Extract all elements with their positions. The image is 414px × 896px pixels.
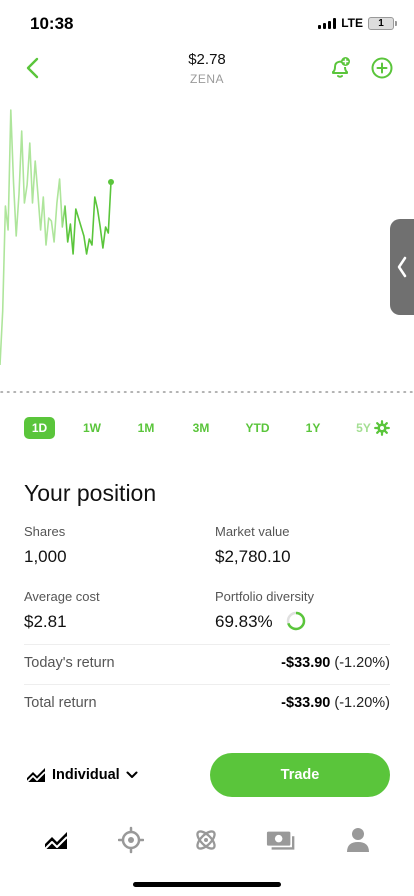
range-tab-5y[interactable]: 5Y (355, 417, 372, 439)
tab-browse[interactable] (191, 825, 221, 855)
tab-radar[interactable] (116, 825, 146, 855)
todays-return-value[interactable]: -$33.90 (-1.20%) (281, 655, 390, 671)
portfolio-diversity-value: 69.83% (215, 612, 273, 631)
todays-return-percent: (-1.20%) (334, 655, 390, 671)
range-tab-1m[interactable]: 1M (136, 417, 156, 439)
tab-cash[interactable] (266, 825, 296, 855)
divider (24, 684, 390, 685)
home-indicator (133, 882, 281, 887)
total-return-amount: -$33.90 (281, 695, 331, 711)
add-to-list-button[interactable] (370, 56, 394, 80)
chart-line-icon (44, 832, 68, 850)
battery-level: 1 (378, 17, 384, 29)
range-tab-3m[interactable]: 3M (190, 417, 212, 439)
signal-icon (318, 17, 337, 29)
radar-icon (118, 826, 144, 854)
status-indicators: LTE 1 (318, 16, 397, 30)
tab-home[interactable] (41, 825, 71, 855)
average-cost-value: $2.81 (24, 612, 67, 631)
gear-icon (374, 420, 390, 436)
diversity-ring-icon[interactable] (286, 611, 306, 631)
circle-plus-icon (371, 57, 393, 79)
total-return-percent: (-1.20%) (334, 695, 390, 711)
price-chart[interactable] (0, 92, 414, 392)
bottom-tab-bar (0, 815, 414, 865)
status-time: 10:38 (30, 14, 74, 33)
nav-header: $2.78 ZENA (0, 48, 414, 92)
average-cost-label: Average cost (24, 589, 100, 604)
cash-icon (266, 831, 295, 850)
range-selector: 1D 1W 1M 3M YTD 1Y 5Y (24, 417, 394, 439)
shares-value: 1,000 (24, 547, 67, 566)
chart-line-icon (26, 768, 46, 783)
todays-return-amount: -$33.90 (281, 655, 331, 671)
shares-label: Shares (24, 524, 66, 539)
browse-icon (196, 830, 216, 850)
total-return-value[interactable]: -$33.90 (-1.20%) (281, 695, 390, 711)
market-value: $2,780.10 (215, 547, 291, 566)
account-selector[interactable]: Individual (26, 764, 138, 786)
status-bar: 10:38 LTE 1 (0, 0, 414, 48)
side-panel-handle[interactable] (390, 219, 414, 315)
todays-return-label: Today's return (24, 655, 115, 671)
range-tab-ytd[interactable]: YTD (245, 417, 270, 439)
position-title: Your position (24, 480, 157, 506)
battery-icon: 1 (368, 16, 397, 30)
price-chart-svg (0, 109, 114, 366)
trade-button[interactable]: Trade (210, 753, 390, 797)
market-value-label: Market value (215, 524, 290, 539)
chart-settings-button[interactable] (374, 420, 390, 436)
chevron-down-icon (126, 771, 138, 778)
range-tab-1y[interactable]: 1Y (305, 417, 321, 439)
total-return-label: Total return (24, 695, 97, 711)
price-alert-button[interactable] (328, 56, 352, 80)
network-type: LTE (341, 16, 363, 30)
range-tab-1w[interactable]: 1W (82, 417, 102, 439)
bell-plus-icon (332, 57, 350, 78)
account-label: Individual (52, 767, 120, 783)
price-line (0, 109, 112, 366)
previous-close-line (0, 391, 414, 393)
account-icon (347, 828, 369, 852)
divider (24, 644, 390, 645)
current-price-dot (108, 179, 114, 185)
portfolio-diversity-label: Portfolio diversity (215, 589, 314, 604)
tab-account[interactable] (343, 825, 373, 855)
range-tab-1d[interactable]: 1D (24, 417, 55, 439)
chevron-left-icon (397, 256, 407, 278)
